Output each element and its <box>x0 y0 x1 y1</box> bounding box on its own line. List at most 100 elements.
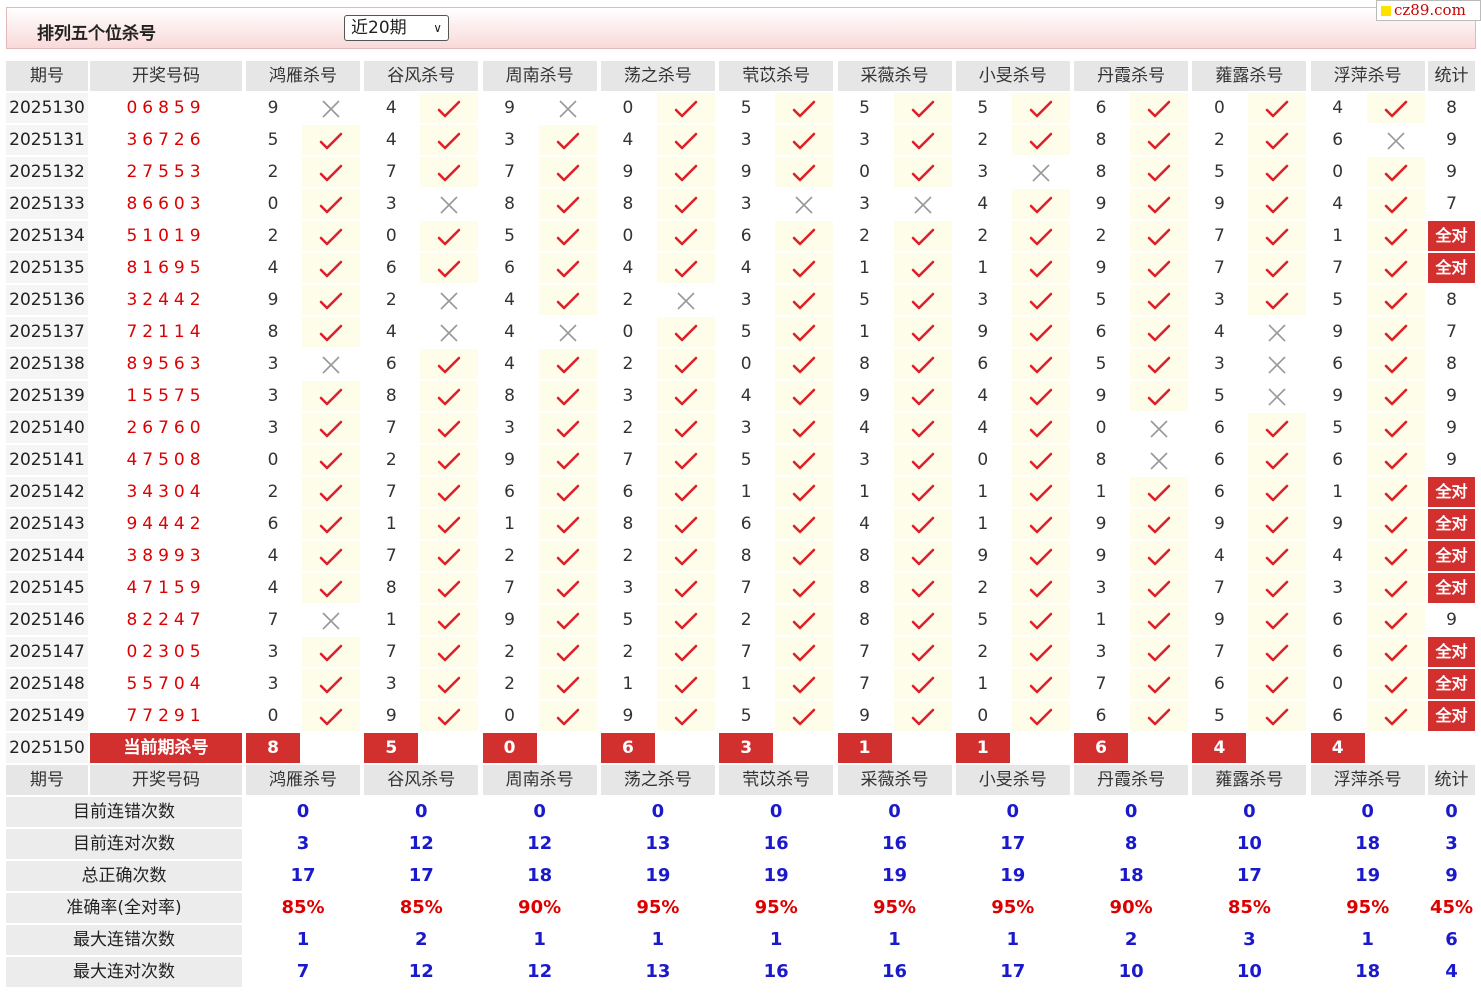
stats-value: 0 <box>1243 801 1256 822</box>
kill-number-cell: 7 <box>622 450 634 470</box>
brand-logo[interactable]: cz89.com <box>1376 0 1481 21</box>
check-mark-icon <box>1011 221 1070 251</box>
check-mark-icon <box>1248 541 1307 571</box>
cross-mark-icon <box>302 605 360 635</box>
period-select[interactable]: 近20期 ∨ <box>344 15 449 41</box>
cross-mark-icon <box>893 189 952 219</box>
check-mark-icon <box>656 317 715 347</box>
col-header-kill: 蕹露杀号 <box>1192 61 1307 91</box>
check-mark-icon <box>302 285 360 315</box>
kill-number-cell: 3 <box>740 130 752 150</box>
winning-number-cell: 36726 <box>126 130 206 150</box>
check-mark-icon <box>420 701 479 731</box>
check-mark-icon <box>302 637 360 667</box>
check-mark-icon <box>538 445 597 475</box>
kill-number-cell: 3 <box>740 290 752 310</box>
check-mark-icon <box>538 413 597 443</box>
check-mark-icon <box>1366 637 1425 667</box>
stats-value: 90% <box>518 897 562 918</box>
period-cell: 2025146 <box>6 605 88 635</box>
stats-value: 18 <box>1355 833 1381 854</box>
stats-value: 7 <box>296 961 310 982</box>
check-mark-icon <box>1011 285 1070 315</box>
stats-value-total: 6 <box>1445 929 1458 950</box>
stats-value: 0 <box>296 801 310 822</box>
kill-number-cell: 9 <box>504 610 515 630</box>
kill-number-cell: 0 <box>622 322 634 342</box>
check-mark-icon <box>538 573 597 603</box>
winning-number-cell: 82247 <box>126 610 206 630</box>
check-mark-icon <box>1248 93 1307 123</box>
winning-number-cell: 27553 <box>126 162 206 182</box>
kill-number-cell: 8 <box>859 610 870 630</box>
stats-value: 95% <box>991 897 1035 918</box>
winning-number-cell: 02305 <box>126 642 206 662</box>
brand-square-icon <box>1381 6 1391 16</box>
check-mark-icon <box>302 669 360 699</box>
check-mark-icon <box>302 253 360 283</box>
check-mark-icon <box>893 157 952 187</box>
stat-cell: 8 <box>1446 354 1457 374</box>
check-mark-icon <box>1011 509 1070 539</box>
current-kill-number: 5 <box>364 733 419 763</box>
winning-number-cell: 38993 <box>126 546 206 566</box>
all-correct-badge: 全对 <box>1428 541 1475 571</box>
kill-number-cell: 7 <box>385 642 397 662</box>
page-title: 排列五个位杀号 <box>37 24 156 44</box>
check-mark-icon <box>1011 477 1070 507</box>
check-mark-icon <box>656 541 715 571</box>
cross-mark-icon <box>1248 317 1307 347</box>
chevron-down-icon: ∨ <box>433 21 442 35</box>
stats-value: 0 <box>415 801 428 822</box>
kill-number-cell: 5 <box>1095 290 1107 310</box>
check-mark-icon <box>1248 253 1307 283</box>
check-mark-icon <box>1366 509 1425 539</box>
stats-value: 85% <box>1227 897 1271 918</box>
check-mark-icon <box>1011 253 1070 283</box>
check-mark-icon <box>1011 413 1070 443</box>
stats-value: 10 <box>1236 961 1262 982</box>
cross-mark-icon <box>656 285 715 315</box>
stats-value: 0 <box>533 801 546 822</box>
kill-number-cell: 7 <box>385 482 397 502</box>
stat-cell: 9 <box>1446 450 1457 470</box>
check-mark-icon <box>1248 189 1307 219</box>
cross-mark-icon <box>302 349 360 379</box>
kill-number-cell: 9 <box>740 162 752 182</box>
check-mark-icon <box>775 221 834 251</box>
check-mark-icon <box>1366 477 1425 507</box>
check-mark-icon <box>775 93 834 123</box>
check-mark-icon <box>302 509 360 539</box>
period-cell: 2025141 <box>6 445 88 475</box>
stats-value: 10 <box>1118 961 1144 982</box>
kill-number-cell: 6 <box>1095 98 1107 118</box>
check-mark-icon <box>420 253 479 283</box>
check-mark-icon <box>420 349 479 379</box>
kill-number-cell: 6 <box>1332 706 1344 726</box>
kill-number-cell: 9 <box>977 322 989 342</box>
col-header-kill: 荡之杀号 <box>600 61 715 91</box>
stats-row-label: 总正确次数 <box>6 861 242 891</box>
kill-number-cell: 6 <box>1332 450 1344 470</box>
check-mark-icon <box>302 541 360 571</box>
check-mark-icon <box>893 701 952 731</box>
kill-number-cell: 6 <box>1213 674 1225 694</box>
kill-number-cell: 3 <box>977 162 989 182</box>
current-kill-number: 4 <box>1192 733 1247 763</box>
kill-number-cell: 6 <box>504 258 515 278</box>
kill-number-cell: 5 <box>1213 706 1225 726</box>
kill-number-cell: 2 <box>977 642 989 662</box>
kill-number-cell: 7 <box>267 610 279 630</box>
col-header-kill-bottom: 谷风杀号 <box>364 765 479 795</box>
stat-cell: 8 <box>1446 98 1457 118</box>
check-mark-icon <box>1248 445 1307 475</box>
period-cell: 2025134 <box>6 221 88 251</box>
kill-number-cell: 1 <box>740 674 752 694</box>
stats-value: 17 <box>1000 961 1026 982</box>
kill-number-cell: 9 <box>1332 514 1344 534</box>
check-mark-icon <box>1248 157 1307 187</box>
kill-number-cell: 1 <box>977 258 989 278</box>
kill-number-cell: 8 <box>1095 130 1107 150</box>
kill-number-cell: 6 <box>267 514 279 534</box>
kill-number-cell: 2 <box>1095 226 1107 246</box>
